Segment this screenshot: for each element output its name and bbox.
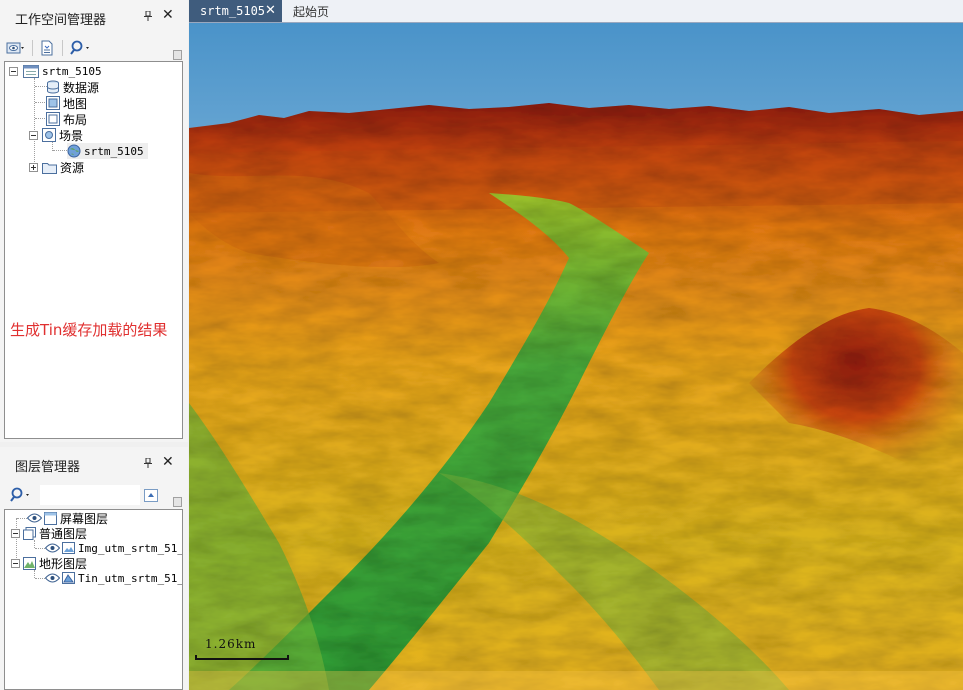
layer-tree: 屏幕图层 普通图层 Img_utm_srtm_51_05 地形图层 Tin_ut… <box>4 509 183 690</box>
workspace-root-label: srtm_5105 <box>42 64 102 78</box>
tree-layouts[interactable]: 布局 <box>46 111 87 127</box>
datasources-label: 数据源 <box>63 80 100 95</box>
view-icon <box>6 42 24 54</box>
view-options-button[interactable] <box>6 39 26 57</box>
scene-icon <box>42 128 56 142</box>
layer-search-button[interactable] <box>10 486 34 504</box>
layout-icon <box>46 112 60 126</box>
scale-label: 1.26km <box>205 637 257 651</box>
workspace-manager-panel: 工作空间管理器 ✕ srtm_5105 数据源 地图 布局 场景 srtm_51… <box>0 0 188 442</box>
scene-item-label: srtm_5105 <box>84 144 144 158</box>
tree-scene-item[interactable]: srtm_5105 <box>67 143 148 159</box>
collapse-toggle[interactable] <box>9 66 18 76</box>
tree-resources[interactable]: 资源 <box>29 159 84 175</box>
toolbar-overflow-button[interactable] <box>173 50 182 60</box>
layer-group-icon <box>23 526 36 540</box>
workspace-manager-title: 工作空间管理器 <box>15 13 107 28</box>
terrain-layers-label: 地形图层 <box>39 556 88 571</box>
tab-srtm-5105[interactable]: srtm_5105 ✕ <box>189 0 282 22</box>
image-layer-label: Img_utm_srtm_51_05 <box>78 541 182 555</box>
tree-workspace-root[interactable]: srtm_5105 <box>9 63 102 79</box>
scene-viewport[interactable]: 1.26km <box>189 23 963 690</box>
resources-label: 资源 <box>60 160 85 175</box>
database-icon <box>47 80 59 94</box>
scenes-label: 场景 <box>59 128 84 143</box>
workspace-manager-header: 工作空间管理器 ✕ <box>0 0 188 34</box>
workspace-icon <box>23 64 39 78</box>
layer-manager-panel: 图层管理器 ✕ 屏幕图层 普通图层 Img_utm_srtm_51_05 <box>0 447 188 690</box>
layouts-label: 布局 <box>63 112 88 127</box>
tree-maps[interactable]: 地图 <box>46 95 87 111</box>
terrain-render[interactable] <box>189 23 963 690</box>
collapse-toggle[interactable] <box>29 130 38 140</box>
collapse-toggle[interactable] <box>11 528 20 538</box>
document-tabbar: srtm_5105 ✕ 起始页 <box>189 0 963 23</box>
layer-search-input[interactable] <box>40 485 140 505</box>
maps-label: 地图 <box>63 96 88 111</box>
layer-manager-header: 图层管理器 ✕ <box>0 447 188 481</box>
folder-icon <box>42 162 57 174</box>
normal-layers-label: 普通图层 <box>39 526 88 541</box>
tin-layer-label: Tin_utm_srtm_51_05 <box>78 571 182 585</box>
tree-tin-layer[interactable]: Tin_utm_srtm_51_05 <box>45 570 182 586</box>
pin-icon[interactable] <box>144 458 152 468</box>
result-annotation: 生成Tin缓存加载的结果 <box>10 321 168 339</box>
tree-terrain-layers[interactable]: 地形图层 <box>11 555 87 571</box>
workspace-tree: srtm_5105 数据源 地图 布局 场景 srtm_5105 资源 生成Ti… <box>4 61 183 439</box>
pin-icon[interactable] <box>144 11 152 21</box>
document-icon <box>41 40 53 56</box>
tab-label: 起始页 <box>293 4 330 19</box>
visibility-eye-icon[interactable] <box>27 513 42 523</box>
tab-start-page[interactable]: 起始页 <box>283 0 333 22</box>
tab-label: srtm_5105 <box>200 4 266 18</box>
close-icon[interactable]: ✕ <box>265 4 276 17</box>
search-icon <box>10 487 29 502</box>
search-button[interactable] <box>70 39 94 57</box>
tin-layer-icon <box>62 572 75 584</box>
visibility-eye-icon[interactable] <box>45 573 60 583</box>
toolbar-overflow-button[interactable] <box>173 497 182 507</box>
globe-icon <box>67 144 81 158</box>
tree-datasources[interactable]: 数据源 <box>46 79 99 95</box>
move-up-button[interactable] <box>144 489 158 502</box>
layer-manager-title: 图层管理器 <box>15 460 81 475</box>
close-icon[interactable]: ✕ <box>162 455 174 469</box>
scale-bar: 1.26km <box>195 635 291 660</box>
collapse-toggle[interactable] <box>11 558 20 568</box>
screen-layer-icon <box>44 511 57 525</box>
tree-normal-layers[interactable]: 普通图层 <box>11 525 87 541</box>
open-document-button[interactable] <box>40 39 54 57</box>
map-icon <box>46 96 60 110</box>
expand-toggle[interactable] <box>29 162 38 172</box>
search-icon <box>70 40 89 55</box>
workspace-toolbar <box>0 36 188 60</box>
close-icon[interactable]: ✕ <box>162 8 174 22</box>
scale-line <box>195 655 289 660</box>
tree-scenes[interactable]: 场景 <box>29 127 83 143</box>
terrain-icon <box>23 556 36 570</box>
image-layer-icon <box>62 542 75 554</box>
visibility-eye-icon[interactable] <box>45 543 60 553</box>
